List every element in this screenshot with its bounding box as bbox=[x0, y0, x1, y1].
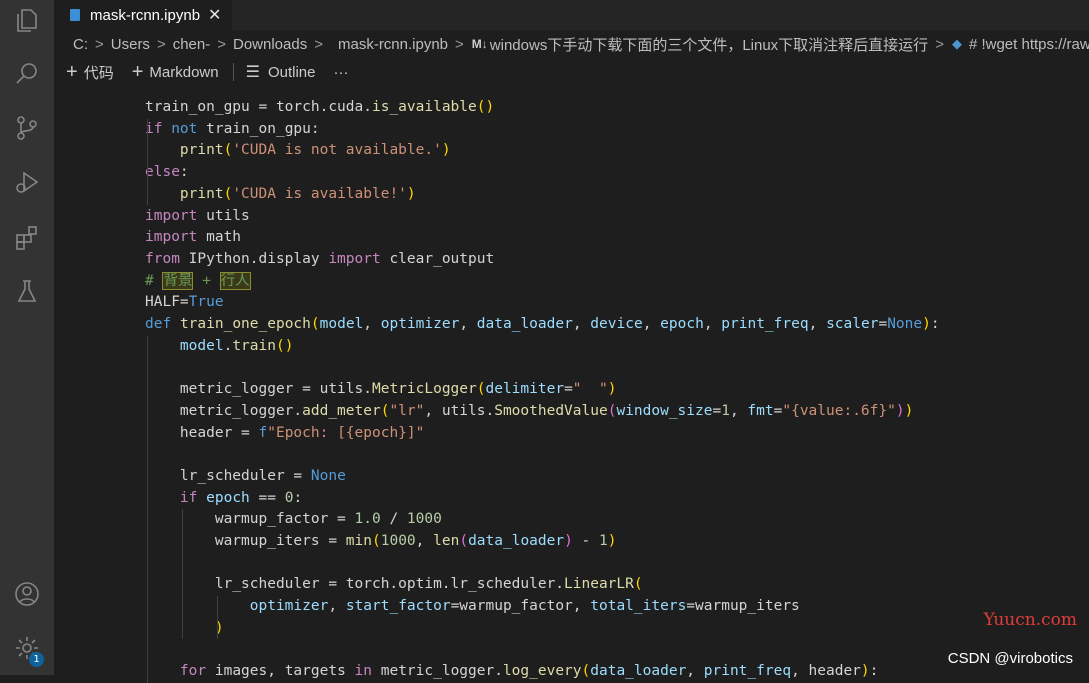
cell-gutter bbox=[54, 88, 104, 675]
code-line[interactable]: import utils bbox=[145, 206, 250, 228]
indent-guide bbox=[147, 118, 148, 206]
tab-bar: mask-rcnn.ipynb ✕ bbox=[54, 0, 1089, 30]
explorer-icon[interactable] bbox=[0, 0, 54, 42]
add-code-label: 代码 bbox=[83, 64, 114, 82]
code-line[interactable]: metric_logger = utils.MetricLogger(delim… bbox=[145, 379, 617, 401]
code-line[interactable]: if epoch == 0: bbox=[145, 488, 302, 510]
code-line[interactable]: HALF=True bbox=[145, 292, 224, 314]
indent-guide bbox=[181, 509, 183, 640]
tab-file-name: mask-rcnn.ipynb bbox=[90, 6, 201, 24]
breadcrumb: C: > Users > chen- > Downloads > mask-rc… bbox=[54, 30, 1089, 58]
more-actions-button[interactable]: ··· bbox=[333, 64, 348, 81]
activity-bar: 1 bbox=[0, 0, 54, 675]
breadcrumb-item[interactable]: mask-rcnn.ipynb bbox=[338, 36, 448, 53]
settings-gear-icon[interactable] bbox=[0, 626, 54, 670]
code-line[interactable]: ) bbox=[145, 618, 224, 640]
breadcrumb-separator: > bbox=[455, 35, 464, 53]
toolbar-divider bbox=[232, 63, 234, 81]
site-watermark: Yuucn.com bbox=[983, 610, 1077, 630]
close-icon[interactable]: ✕ bbox=[208, 5, 221, 25]
breadcrumb-item[interactable]: Users bbox=[111, 36, 150, 53]
breadcrumb-separator: > bbox=[95, 35, 104, 53]
code-line[interactable]: if not train_on_gpu: bbox=[145, 119, 320, 141]
code-line[interactable]: warmup_factor = 1.0 / 1000 bbox=[145, 509, 442, 531]
outline-label: Outline bbox=[267, 63, 316, 81]
outline-button[interactable]: ☰ Outline bbox=[246, 62, 316, 82]
indent-guide bbox=[216, 596, 218, 640]
breadcrumb-item[interactable]: C: bbox=[73, 36, 88, 53]
breadcrumb-separator: > bbox=[217, 35, 226, 53]
account-icon[interactable] bbox=[0, 572, 54, 616]
add-markdown-label: Markdown bbox=[149, 63, 219, 81]
notebook-file-icon bbox=[70, 9, 80, 21]
breadcrumb-separator: > bbox=[935, 35, 944, 53]
run-debug-icon[interactable] bbox=[0, 160, 54, 204]
markdown-icon: M↓ bbox=[471, 37, 488, 51]
add-code-cell-button[interactable]: + 代码 bbox=[66, 61, 114, 84]
breadcrumb-item[interactable]: Downloads bbox=[233, 36, 307, 53]
code-line[interactable]: else: bbox=[145, 162, 189, 184]
testing-icon[interactable] bbox=[0, 269, 54, 313]
code-line[interactable]: print('CUDA is available!') bbox=[145, 184, 416, 206]
breadcrumb-separator: > bbox=[314, 35, 323, 53]
code-line[interactable]: header = f"Epoch: [{epoch}]" bbox=[145, 423, 424, 445]
extensions-icon[interactable] bbox=[0, 215, 54, 259]
code-line[interactable]: lr_scheduler = None bbox=[145, 466, 346, 488]
code-line[interactable]: # 背景 + 行人 bbox=[145, 271, 251, 293]
plus-icon: + bbox=[131, 60, 144, 83]
code-line[interactable]: def train_one_epoch(model, optimizer, da… bbox=[145, 314, 940, 336]
settings-badge: 1 bbox=[29, 652, 44, 667]
breadcrumb-separator: > bbox=[156, 35, 166, 53]
code-line[interactable]: lr_scheduler = torch.optim.lr_scheduler.… bbox=[145, 574, 643, 596]
author-watermark: CSDN @virobotics bbox=[947, 650, 1073, 667]
breadcrumb-item[interactable]: # !wget https://raw.gi bbox=[969, 36, 1089, 53]
code-line[interactable]: metric_logger.add_meter("lr", utils.Smoo… bbox=[145, 401, 913, 423]
breadcrumb-item[interactable]: chen- bbox=[173, 36, 211, 53]
python-icon: ◆ bbox=[951, 36, 962, 51]
code-area[interactable]: train_on_gpu = torch.cuda.is_available()… bbox=[112, 88, 1089, 683]
code-line[interactable]: print('CUDA is not available.') bbox=[145, 140, 451, 162]
code-line[interactable]: from IPython.display import clear_output bbox=[145, 249, 494, 271]
more-icon: ··· bbox=[333, 63, 349, 81]
code-line[interactable]: warmup_iters = min(1000, len(data_loader… bbox=[145, 531, 617, 553]
breadcrumb-item[interactable]: windows下手动下载下面的三个文件，Linux下取消注释后直接运行 bbox=[490, 34, 928, 55]
outline-icon: ☰ bbox=[245, 64, 260, 81]
add-markdown-cell-button[interactable]: + Markdown bbox=[132, 61, 219, 84]
code-line[interactable]: for images, targets in metric_logger.log… bbox=[145, 661, 878, 683]
code-line[interactable]: import math bbox=[145, 227, 241, 249]
code-cell-editor[interactable]: train_on_gpu = torch.cuda.is_available()… bbox=[54, 88, 1089, 683]
plus-icon: + bbox=[66, 60, 78, 83]
source-control-icon[interactable] bbox=[0, 106, 54, 150]
search-icon[interactable] bbox=[0, 52, 54, 96]
editor-tab[interactable]: mask-rcnn.ipynb ✕ bbox=[54, 0, 232, 30]
code-line[interactable]: model.train() bbox=[145, 336, 294, 358]
code-line[interactable]: train_on_gpu = torch.cuda.is_available() bbox=[145, 97, 494, 119]
code-line[interactable]: optimizer, start_factor=warmup_factor, t… bbox=[145, 596, 800, 618]
notebook-toolbar: + 代码 + Markdown ☰ Outline ··· bbox=[54, 58, 1089, 86]
indent-guide bbox=[147, 335, 148, 683]
